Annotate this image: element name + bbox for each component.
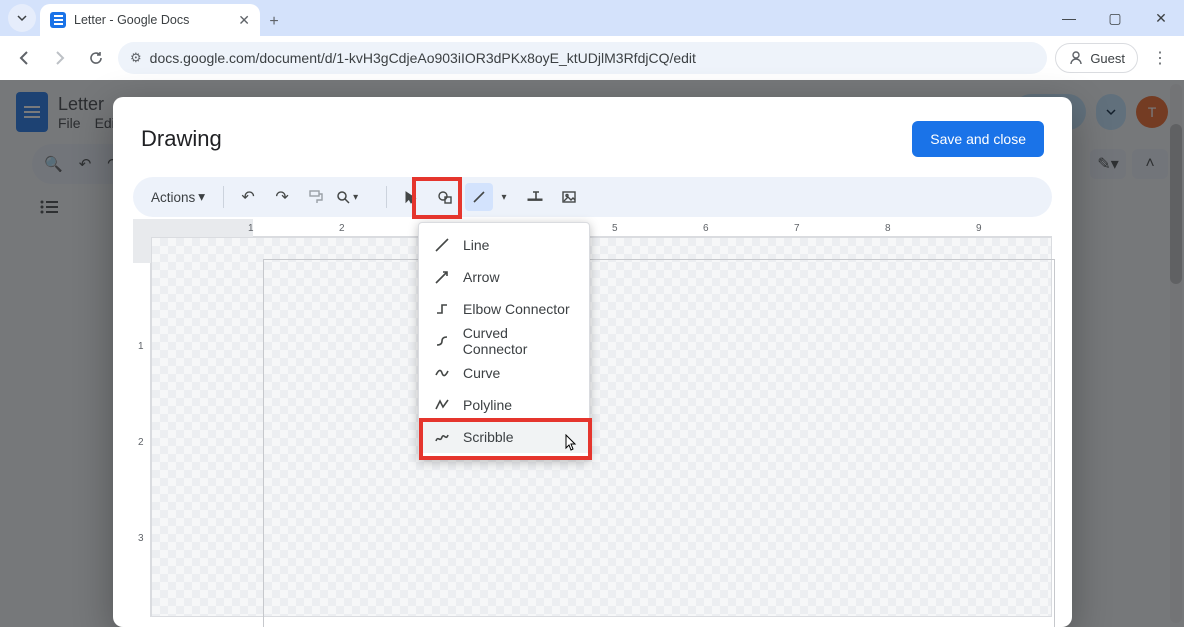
ruler-tick: 3 xyxy=(138,533,144,544)
menu-item-curved-connector[interactable]: Curved Connector xyxy=(419,325,589,357)
menu-item-curve[interactable]: Curve xyxy=(419,357,589,389)
menu-item-label: Arrow xyxy=(463,269,500,285)
menu-item-label: Curve xyxy=(463,365,500,381)
tab-strip: Letter - Google Docs ✕ + — ▢ ✕ xyxy=(0,0,1184,36)
ruler-tick: 1 xyxy=(248,223,254,234)
menu-item-label: Curved Connector xyxy=(463,325,575,357)
line-type-menu: Line Arrow Elbow Connector Curved Connec… xyxy=(418,222,590,460)
drawing-toolbar: Actions▾ ↶ ↷ ▾ ▾ xyxy=(133,177,1052,217)
person-icon xyxy=(1068,50,1084,66)
drawing-canvas[interactable] xyxy=(151,237,1052,617)
elbow-connector-icon xyxy=(433,300,451,318)
horizontal-ruler[interactable]: 1 2 3 4 5 6 7 8 9 xyxy=(133,219,1052,237)
url-text: docs.google.com/document/d/1-kvH3gCdjeAo… xyxy=(150,50,696,66)
ruler-tick: 7 xyxy=(794,223,800,234)
close-tab-icon[interactable]: ✕ xyxy=(238,12,250,29)
arrow-icon xyxy=(433,268,451,286)
polyline-icon xyxy=(433,396,451,414)
menu-item-label: Scribble xyxy=(463,429,514,445)
redo-icon[interactable]: ↷ xyxy=(268,183,296,211)
drawing-area: 1 2 3 4 5 6 7 8 9 1 2 3 4 xyxy=(133,219,1052,617)
ruler-tick: 5 xyxy=(612,223,618,234)
menu-item-label: Line xyxy=(463,237,489,253)
browser-tab[interactable]: Letter - Google Docs ✕ xyxy=(40,4,260,36)
menu-item-line[interactable]: Line xyxy=(419,229,589,261)
line-tool-split-button: ▾ xyxy=(465,183,515,211)
menu-item-label: Polyline xyxy=(463,397,512,413)
menu-item-polyline[interactable]: Polyline xyxy=(419,389,589,421)
curve-icon xyxy=(433,364,451,382)
browser-menu-icon[interactable]: ⋮ xyxy=(1146,44,1174,72)
nav-reload[interactable] xyxy=(82,44,110,72)
dialog-title: Drawing xyxy=(141,126,222,152)
caret-down-icon: ▾ xyxy=(198,189,205,205)
menu-item-label: Elbow Connector xyxy=(463,301,570,317)
ruler-tick: 2 xyxy=(138,437,144,448)
window-minimize[interactable]: — xyxy=(1046,0,1092,36)
caret-down-icon: ▾ xyxy=(353,192,358,203)
caret-down-icon: ▾ xyxy=(502,192,507,203)
menu-item-scribble[interactable]: Scribble xyxy=(419,421,589,453)
omnibox[interactable]: ⚙ docs.google.com/document/d/1-kvH3gCdje… xyxy=(118,42,1047,74)
shape-tool-icon[interactable] xyxy=(431,183,459,211)
actions-menu[interactable]: Actions▾ xyxy=(143,183,213,211)
line-icon xyxy=(433,236,451,254)
zoom-dropdown[interactable]: ▾ xyxy=(336,183,376,211)
tabs-dropdown[interactable] xyxy=(8,4,36,32)
menu-item-elbow-connector[interactable]: Elbow Connector xyxy=(419,293,589,325)
tab-title: Letter - Google Docs xyxy=(74,13,230,27)
docs-favicon xyxy=(50,12,66,28)
menu-item-arrow[interactable]: Arrow xyxy=(419,261,589,293)
window-maximize[interactable]: ▢ xyxy=(1092,0,1138,36)
save-label: Save and close xyxy=(930,131,1026,147)
textbox-tool-icon[interactable] xyxy=(521,183,549,211)
ruler-tick: 1 xyxy=(138,341,144,352)
nav-forward xyxy=(46,44,74,72)
browser-window: Letter - Google Docs ✕ + — ▢ ✕ ⚙ docs.go… xyxy=(0,0,1184,627)
vertical-ruler[interactable]: 1 2 3 4 xyxy=(133,237,151,617)
profile-chip[interactable]: Guest xyxy=(1055,43,1138,73)
scribble-icon xyxy=(433,428,451,446)
ruler-tick: 6 xyxy=(703,223,709,234)
ruler-tick: 9 xyxy=(976,223,982,234)
drawing-dialog: Drawing Save and close Actions▾ ↶ ↷ ▾ ▾ … xyxy=(113,97,1072,627)
line-tool-button[interactable] xyxy=(465,183,493,211)
image-tool-icon[interactable] xyxy=(555,183,583,211)
ruler-tick: 2 xyxy=(339,223,345,234)
new-tab-button[interactable]: + xyxy=(260,8,288,36)
page-boundary xyxy=(264,260,1054,627)
address-bar-row: ⚙ docs.google.com/document/d/1-kvH3gCdje… xyxy=(0,36,1184,80)
window-controls: — ▢ ✕ xyxy=(1046,0,1184,36)
line-tool-dropdown[interactable]: ▾ xyxy=(493,183,515,211)
nav-back[interactable] xyxy=(10,44,38,72)
curved-connector-icon xyxy=(433,332,451,350)
select-tool-icon[interactable] xyxy=(397,183,425,211)
window-close[interactable]: ✕ xyxy=(1138,0,1184,36)
paint-format-icon[interactable] xyxy=(302,183,330,211)
site-settings-icon[interactable]: ⚙ xyxy=(130,50,142,66)
save-and-close-button[interactable]: Save and close xyxy=(912,121,1044,157)
ruler-tick: 8 xyxy=(885,223,891,234)
undo-icon[interactable]: ↶ xyxy=(234,183,262,211)
actions-label: Actions xyxy=(151,190,195,205)
profile-label: Guest xyxy=(1090,51,1125,66)
